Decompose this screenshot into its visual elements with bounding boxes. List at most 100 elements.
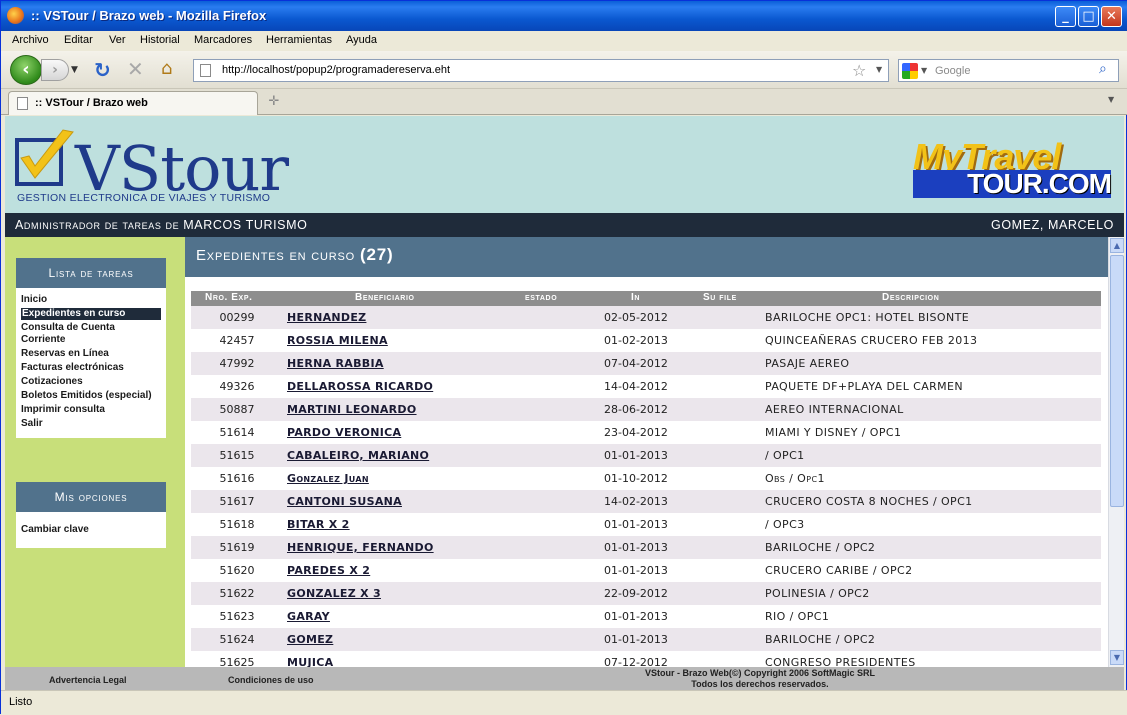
sidebar-item-cuenta-corriente[interactable]: Consulta de Cuenta Corriente — [21, 322, 161, 346]
url-text[interactable]: http://localhost/popup2/programadereserv… — [222, 64, 450, 76]
cell-beneficiario-link[interactable]: BITAR X 2 — [287, 518, 350, 531]
menu-archivo[interactable]: Archivo — [12, 34, 49, 46]
window-title: :: VSTour / Brazo web - Mozilla Firefox — [31, 8, 267, 23]
new-tab-button[interactable]: ✛ — [263, 94, 285, 112]
cell-beneficiario-link[interactable]: PARDO VERONICA — [287, 426, 401, 439]
maximize-button[interactable]: □ — [1078, 6, 1099, 27]
menu-historial[interactable]: Historial — [140, 34, 180, 46]
col-in[interactable]: In — [631, 292, 640, 303]
cell-descripcion: QUINCEAÑERAS CRUCERO FEB 2013 — [765, 334, 978, 347]
table-row[interactable]: 49326 DELLAROSSA RICARDO 14-04-2012 PAQUETE… — [191, 375, 1101, 398]
cell-beneficiario-link[interactable]: Gonzalez Juan — [287, 472, 369, 485]
menu-herramientas[interactable]: Herramientas — [266, 34, 332, 46]
menu-ayuda[interactable]: Ayuda — [346, 34, 377, 46]
menu-marcadores[interactable]: Marcadores — [194, 34, 252, 46]
sidebar-item-facturas[interactable]: Facturas electrónicas — [21, 362, 161, 374]
url-dropdown-icon[interactable]: ▼ — [876, 65, 882, 74]
cell-beneficiario-link[interactable]: CABALEIRO, MARIANO — [287, 449, 429, 462]
tab-list-dropdown-icon[interactable]: ▼ — [1108, 95, 1114, 104]
search-icon[interactable]: ⌕ — [1099, 61, 1107, 77]
sidebar: Lista de tareas Inicio Expedientes en cu… — [5, 237, 185, 667]
scroll-up-arrow[interactable]: ▲ — [1110, 238, 1124, 253]
cell-descripcion: BARILOCHE / OPC2 — [765, 541, 876, 554]
admin-text: Administrador de tareas de MARCOS TURISM… — [15, 218, 308, 232]
sidebar-item-reservas[interactable]: Reservas en Línea — [21, 348, 161, 360]
minimize-button[interactable]: _ — [1055, 6, 1076, 27]
title-bar: :: VSTour / Brazo web - Mozilla Firefox … — [1, 1, 1127, 31]
main-panel: Expedientes en curso (27) Nro. Exp. Bene… — [185, 237, 1108, 674]
scroll-thumb[interactable] — [1110, 255, 1124, 507]
tab-active[interactable]: :: VSTour / Brazo web — [8, 91, 258, 115]
legal-link[interactable]: Advertencia Legal — [49, 675, 127, 685]
cell-beneficiario-link[interactable]: MARTINI LEONARDO — [287, 403, 417, 416]
google-icon[interactable] — [902, 63, 918, 79]
sidebar-item-cotizaciones[interactable]: Cotizaciones — [21, 376, 161, 388]
content-scrollbar[interactable]: ▲ ▼ — [1108, 237, 1124, 667]
table-row[interactable]: 51619 HENRIQUE, FERNANDO 01-01-2013 BARILOC… — [191, 536, 1101, 559]
sidebar-item-boletos[interactable]: Boletos Emitidos (especial) — [21, 390, 161, 402]
cell-nro-exp: 51615 — [219, 449, 255, 462]
cell-beneficiario-link[interactable]: ROSSIA MILENA — [287, 334, 388, 347]
cell-descripcion: RIO / OPC1 — [765, 610, 830, 623]
col-beneficiario[interactable]: Beneficiario — [355, 292, 415, 303]
cell-beneficiario-link[interactable]: HERNANDEZ — [287, 311, 366, 324]
table-row[interactable]: 51623 GARAY 01-01-2013 RIO / OPC1 — [191, 605, 1101, 628]
menu-editar[interactable]: Editar — [64, 34, 93, 46]
cell-beneficiario-link[interactable]: PAREDES X 2 — [287, 564, 370, 577]
col-nro-exp[interactable]: Nro. Exp. — [205, 292, 252, 303]
close-button[interactable]: ✕ — [1101, 6, 1122, 27]
stop-icon[interactable]: ✕ — [127, 57, 144, 81]
table-row[interactable]: 47992 HERNA RABBIA 07-04-2012 PASAJE AEREO — [191, 352, 1101, 375]
tab-title[interactable]: :: VSTour / Brazo web — [35, 97, 148, 109]
terms-link[interactable]: Condiciones de uso — [228, 675, 314, 685]
cell-beneficiario-link[interactable]: GONZALEZ X 3 — [287, 587, 381, 600]
cell-beneficiario-link[interactable]: GOMEZ — [287, 633, 333, 646]
sidebar-item-imprimir[interactable]: Imprimir consulta — [21, 404, 161, 416]
search-engine-dropdown-icon[interactable]: ▼ — [921, 66, 927, 75]
main-header: Expedientes en curso (27) — [185, 237, 1108, 277]
cell-nro-exp: 51619 — [219, 541, 255, 554]
table-row[interactable]: 51615 CABALEIRO, MARIANO 01-01-2013 / OPC1 — [191, 444, 1101, 467]
cell-nro-exp: 51616 — [219, 472, 255, 485]
status-bar: Listo — [1, 690, 1127, 715]
table-row[interactable]: 00299 HERNANDEZ 02-05-2012 BARILOCHE OPC1: … — [191, 306, 1101, 329]
cell-descripcion: POLINESIA / OPC2 — [765, 587, 870, 600]
bookmark-star-icon[interactable]: ☆ — [852, 61, 866, 80]
back-button[interactable]: ‹ — [10, 55, 42, 85]
cell-beneficiario-link[interactable]: DELLAROSSA RICARDO — [287, 380, 433, 393]
home-icon[interactable]: ⌂ — [161, 58, 172, 79]
sidebar-item-inicio[interactable]: Inicio — [21, 294, 161, 306]
cell-in-date: 01-01-2013 — [604, 449, 668, 462]
scroll-down-arrow[interactable]: ▼ — [1110, 650, 1124, 665]
table-row[interactable]: 51620 PAREDES X 2 01-01-2013 CRUCERO CARIBE… — [191, 559, 1101, 582]
search-bar[interactable]: ▼ Google ⌕ — [898, 59, 1119, 82]
sidebar-item-cambiar-clave[interactable]: Cambiar clave — [21, 524, 161, 536]
table-row[interactable]: 51624 GOMEZ 01-01-2013 BARILOCHE / OPC2 — [191, 628, 1101, 651]
cell-beneficiario-link[interactable]: GARAY — [287, 610, 330, 623]
table-row[interactable]: 42457 ROSSIA MILENA 01-02-2013 QUINCEAÑERAS… — [191, 329, 1101, 352]
col-su-file[interactable]: Su file — [703, 292, 737, 303]
search-placeholder[interactable]: Google — [935, 65, 970, 77]
table-row[interactable]: 51618 BITAR X 2 01-01-2013 / OPC3 — [191, 513, 1101, 536]
cell-beneficiario-link[interactable]: HERNA RABBIA — [287, 357, 384, 370]
cell-beneficiario-link[interactable]: HENRIQUE, FERNANDO — [287, 541, 434, 554]
history-dropdown-icon[interactable]: ▼ — [71, 65, 78, 75]
cell-in-date: 02-05-2012 — [604, 311, 668, 324]
table-row[interactable]: 51617 CANTONI SUSANA 14-02-2013 CRUCERO COS… — [191, 490, 1101, 513]
table-row[interactable]: 51622 GONZALEZ X 3 22-09-2012 POLINESIA / O… — [191, 582, 1101, 605]
forward-button[interactable]: › — [41, 59, 69, 81]
reload-icon[interactable]: ↻ — [94, 58, 111, 82]
admin-bar: Administrador de tareas de MARCOS TURISM… — [5, 213, 1124, 237]
table-row[interactable]: 51616 Gonzalez Juan 01-10-2012 Obs / Opc1 — [191, 467, 1101, 490]
col-descripcion[interactable]: Descripcion — [882, 292, 939, 303]
table-row[interactable]: 51614 PARDO VERONICA 23-04-2012 MIAMI Y DIS… — [191, 421, 1101, 444]
cell-in-date: 01-01-2013 — [604, 633, 668, 646]
col-estado[interactable]: estado — [525, 292, 557, 303]
sidebar-item-salir[interactable]: Salir — [21, 418, 161, 430]
sidebar-item-expedientes[interactable]: Expedientes en curso — [21, 308, 161, 320]
cell-beneficiario-link[interactable]: CANTONI SUSANA — [287, 495, 402, 508]
copyright: VStour - Brazo Web(©) Copyright 2006 Sof… — [645, 668, 875, 689]
url-bar[interactable]: http://localhost/popup2/programadereserv… — [193, 59, 889, 82]
menu-ver[interactable]: Ver — [109, 34, 126, 46]
table-row[interactable]: 50887 MARTINI LEONARDO 28-06-2012 AEREO INT… — [191, 398, 1101, 421]
